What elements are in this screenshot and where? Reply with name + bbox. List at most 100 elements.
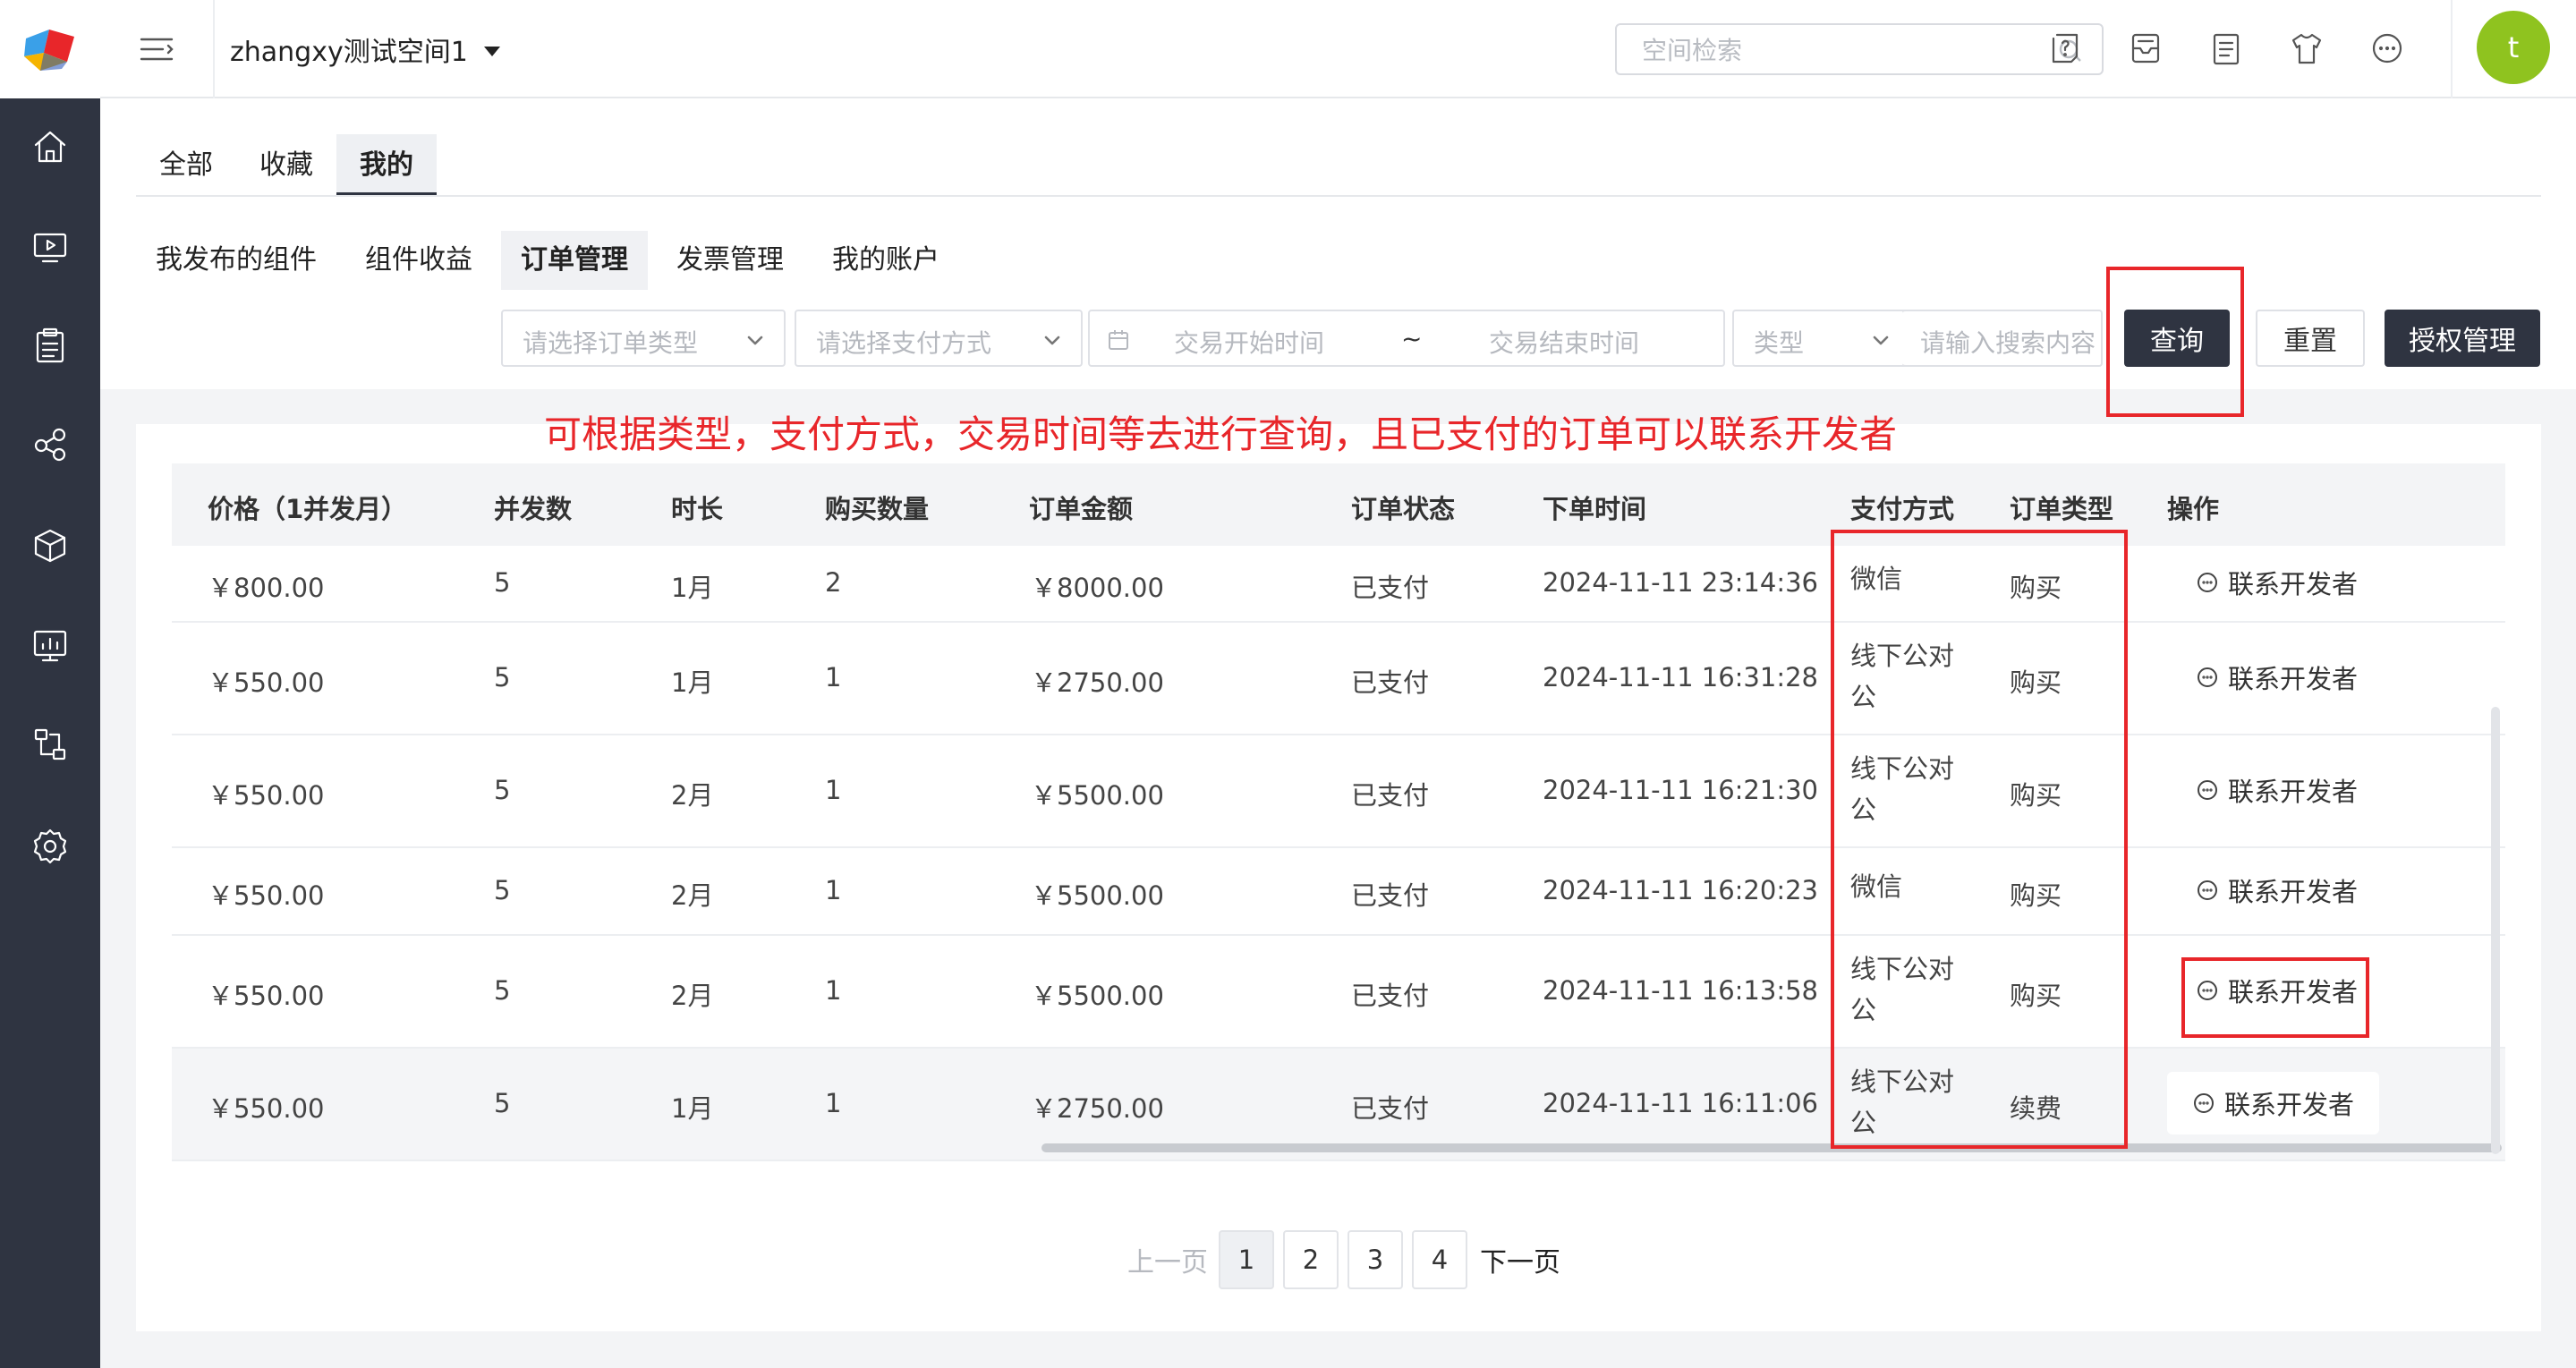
cell-order-time: 2024-11-11 23:14:36 <box>1543 567 1818 598</box>
primary-tabs: 全部 收藏 我的 <box>136 134 437 195</box>
cell-price: ￥550.00 <box>208 880 325 911</box>
gear-icon <box>33 828 67 864</box>
sidebar-item-clipboard[interactable] <box>21 317 79 374</box>
cell-duration: 1月 <box>671 1093 714 1124</box>
tasks-button[interactable] <box>2203 25 2249 72</box>
tab-all[interactable]: 全部 <box>136 134 236 195</box>
type-select[interactable]: 类型 <box>1732 310 1911 367</box>
app-logo[interactable] <box>0 0 100 98</box>
cell-concurrency: 5 <box>494 975 511 1006</box>
cell-price: ￥550.00 <box>208 1093 325 1124</box>
contact-developer-button[interactable]: 联系开发者 <box>2196 564 2358 601</box>
sidebar <box>0 0 100 1368</box>
auth-management-button[interactable]: 授权管理 <box>2385 310 2540 367</box>
sidebar-item-flow[interactable] <box>21 716 79 773</box>
cell-concurrency: 5 <box>494 1088 511 1118</box>
cell-status: 已支付 <box>1351 780 1430 811</box>
tshirt-icon <box>2291 33 2322 64</box>
messages-button[interactable] <box>2364 25 2410 72</box>
col-amount: 订单金额 <box>1029 494 1134 524</box>
workspace-selector[interactable]: zhangxy测试空间1 <box>230 27 500 72</box>
range-separator: ~ <box>1401 324 1423 353</box>
prev-page-button[interactable]: 上一页 <box>1127 1240 1208 1279</box>
reset-button[interactable]: 重置 <box>2256 310 2365 367</box>
keyword-placeholder: 请输入搜索内容 <box>1920 328 2096 358</box>
cell-price: ￥550.00 <box>208 981 325 1011</box>
cell-price: ￥800.00 <box>208 573 325 603</box>
contact-developer-label: 联系开发者 <box>2228 777 2359 807</box>
cell-status: 已支付 <box>1351 1093 1430 1124</box>
page-4-button[interactable]: 4 <box>1412 1230 1467 1289</box>
trade-time-range-picker[interactable]: 交易开始时间 ~ 交易结束时间 <box>1088 310 1725 367</box>
chevron-down-icon <box>1870 329 1890 349</box>
secondary-tabs: 我发布的组件 组件收益 订单管理 发票管理 我的账户 <box>136 231 959 290</box>
contact-developer-button[interactable]: 联系开发者 <box>2196 659 2358 696</box>
cell-concurrency: 5 <box>494 662 511 692</box>
cell-duration: 1月 <box>671 573 714 603</box>
page-2-button[interactable]: 2 <box>1283 1230 1339 1289</box>
tab-order-management[interactable]: 订单管理 <box>501 231 648 290</box>
pay-method-select[interactable]: 请选择支付方式 <box>795 310 1083 367</box>
cell-amount: ￥5500.00 <box>1031 780 1164 811</box>
highlight-contact-developer <box>2181 957 2369 1038</box>
cell-order-time: 2024-11-11 16:31:28 <box>1543 662 1818 692</box>
logo-icon <box>24 30 74 71</box>
chat-bubble-icon <box>2194 1093 2214 1113</box>
tab-my-account[interactable]: 我的账户 <box>812 231 959 290</box>
sidebar-item-monitor[interactable] <box>21 218 79 276</box>
contact-developer-button[interactable]: 联系开发者 <box>2167 1072 2380 1134</box>
tab-component-revenue[interactable]: 组件收益 <box>345 231 492 290</box>
help-doc-icon <box>2052 33 2079 64</box>
cell-amount: ￥2750.00 <box>1031 1093 1164 1124</box>
chat-bubble-icon <box>2198 880 2217 900</box>
cell-concurrency: 5 <box>494 775 511 805</box>
col-quantity: 购买数量 <box>825 494 930 524</box>
cell-order-time: 2024-11-11 16:21:30 <box>1543 775 1818 805</box>
col-pay-method: 支付方式 <box>1850 494 1955 524</box>
page-1-button[interactable]: 1 <box>1219 1230 1274 1289</box>
space-search-input[interactable] <box>1642 32 2036 68</box>
page-3-button[interactable]: 3 <box>1348 1230 1403 1289</box>
menu-toggle-button[interactable] <box>136 29 177 70</box>
contact-developer-button[interactable]: 联系开发者 <box>2196 871 2358 909</box>
sidebar-item-dashboard[interactable] <box>21 617 79 675</box>
cell-quantity: 1 <box>825 975 842 1006</box>
chevron-down-icon <box>1041 329 1061 349</box>
order-type-select[interactable]: 请选择订单类型 <box>501 310 786 367</box>
tab-favorites[interactable]: 收藏 <box>236 134 336 195</box>
tab-mine[interactable]: 我的 <box>336 134 437 195</box>
pay-method-placeholder: 请选择支付方式 <box>816 328 992 358</box>
sidebar-item-package[interactable] <box>21 517 79 574</box>
help-button[interactable] <box>2042 25 2088 72</box>
theme-button[interactable] <box>2283 25 2330 72</box>
vertical-scrollbar[interactable] <box>2491 707 2500 1154</box>
cell-amount: ￥5500.00 <box>1031 981 1164 1011</box>
horizontal-scrollbar[interactable] <box>1041 1143 2502 1152</box>
next-page-button[interactable]: 下一页 <box>1480 1240 1560 1279</box>
start-time-placeholder[interactable]: 交易开始时间 <box>1174 324 1324 360</box>
flow-icon <box>34 728 66 760</box>
keyword-search-field[interactable]: 请输入搜索内容 <box>1902 310 2103 367</box>
col-status: 订单状态 <box>1351 494 1456 524</box>
cube-icon <box>34 529 66 563</box>
cell-order-time: 2024-11-11 16:20:23 <box>1543 875 1818 905</box>
checklist-icon <box>2213 33 2240 65</box>
user-avatar[interactable]: t <box>2477 11 2550 84</box>
end-time-placeholder[interactable]: 交易结束时间 <box>1489 324 1639 360</box>
inbox-button[interactable] <box>2122 25 2169 72</box>
workspace-name: zhangxy测试空间1 <box>230 37 468 68</box>
contact-developer-label: 联系开发者 <box>2228 877 2359 907</box>
space-search-box[interactable] <box>1615 23 2104 75</box>
cell-order-time: 2024-11-11 16:11:06 <box>1543 1088 1818 1118</box>
chevron-down-icon <box>744 329 764 349</box>
sidebar-item-settings[interactable] <box>21 818 79 875</box>
contact-developer-button[interactable]: 联系开发者 <box>2196 771 2358 809</box>
orders-table-card: 价格（1并发月） 并发数 时长 购买数量 订单金额 订单状态 下单时间 支付方式… <box>136 424 2541 1331</box>
screen-play-icon <box>33 233 67 263</box>
sidebar-item-home[interactable] <box>21 118 79 175</box>
sidebar-item-share[interactable] <box>21 415 79 472</box>
tab-published-components[interactable]: 我发布的组件 <box>136 231 336 290</box>
tab-invoice-management[interactable]: 发票管理 <box>657 231 803 290</box>
table-row: ￥550.00 5 2月 1 ￥5500.00 已支付 2024-11-11 1… <box>172 848 2505 936</box>
top-header: zhangxy测试空间1 t <box>100 0 2576 98</box>
